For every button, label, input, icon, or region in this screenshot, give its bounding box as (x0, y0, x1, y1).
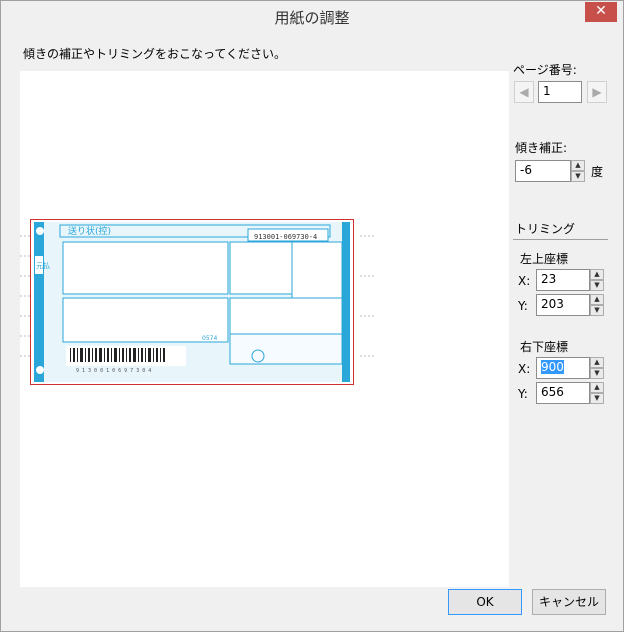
down-arrow-icon[interactable]: ▼ (590, 280, 604, 291)
top-left-x-input[interactable]: 23 (536, 269, 590, 291)
shipping-slip-image: 送り状(控) 913001-069730-4 0574 9 1 3 0 0 1 … (20, 216, 380, 386)
up-arrow-icon[interactable]: ▲ (590, 382, 604, 393)
down-arrow-icon[interactable]: ▼ (590, 393, 604, 404)
bottom-right-x-stepper[interactable]: ▲ ▼ (590, 357, 604, 379)
bottom-right-y-stepper[interactable]: ▲ ▼ (590, 382, 604, 404)
bottom-right-y-input[interactable]: 656 (536, 382, 590, 404)
up-arrow-icon[interactable]: ▲ (590, 294, 604, 305)
top-left-label: 左上座標 (520, 252, 569, 266)
dialog-window: 用紙の調整 ✕ 傾きの補正やトリミングをおこなってください。 送り状(控) 91… (0, 0, 624, 632)
top-left-x-label: X: (518, 274, 531, 288)
bottom-right-x-value: 900 (541, 360, 564, 374)
skew-stepper[interactable]: ▲ ▼ (571, 160, 585, 182)
skew-label: 傾き補正: (515, 141, 568, 155)
skew-down-arrow-icon[interactable]: ▼ (571, 171, 585, 182)
trimming-label: トリミング (515, 222, 576, 236)
up-arrow-icon[interactable]: ▲ (590, 357, 604, 368)
top-left-y-label: Y: (518, 299, 528, 313)
ok-button[interactable]: OK (448, 589, 522, 615)
top-left-x-stepper[interactable]: ▲ ▼ (590, 269, 604, 291)
bottom-right-y-label: Y: (518, 387, 528, 401)
top-left-y-stepper[interactable]: ▲ ▼ (590, 294, 604, 316)
next-page-button[interactable]: ▶ (587, 81, 607, 103)
skew-up-arrow-icon[interactable]: ▲ (571, 160, 585, 171)
window-title: 用紙の調整 (274, 9, 350, 27)
page-number-label: ページ番号: (513, 63, 577, 77)
close-button[interactable]: ✕ (585, 2, 617, 22)
cancel-button[interactable]: キャンセル (532, 589, 606, 615)
close-icon: ✕ (595, 3, 607, 19)
skew-input[interactable]: -6 (515, 160, 571, 182)
bottom-right-x-input[interactable]: 900 (536, 357, 590, 379)
prev-page-button[interactable]: ◀ (514, 81, 534, 103)
bottom-right-x-label: X: (518, 362, 531, 376)
title-bar: 用紙の調整 ✕ (1, 1, 623, 31)
image-preview[interactable]: 送り状(控) 913001-069730-4 0574 9 1 3 0 0 1 … (20, 71, 509, 587)
bottom-right-label: 右下座標 (520, 340, 569, 354)
down-arrow-icon[interactable]: ▼ (590, 305, 604, 316)
instruction-text: 傾きの補正やトリミングをおこなってください。 (23, 47, 287, 61)
skew-unit: 度 (591, 165, 604, 179)
page-number-input[interactable]: 1 (538, 81, 582, 103)
top-left-y-input[interactable]: 203 (536, 294, 590, 316)
down-arrow-icon[interactable]: ▼ (590, 368, 604, 379)
trimming-divider (513, 239, 608, 240)
up-arrow-icon[interactable]: ▲ (590, 269, 604, 280)
trim-rectangle[interactable] (30, 219, 354, 385)
